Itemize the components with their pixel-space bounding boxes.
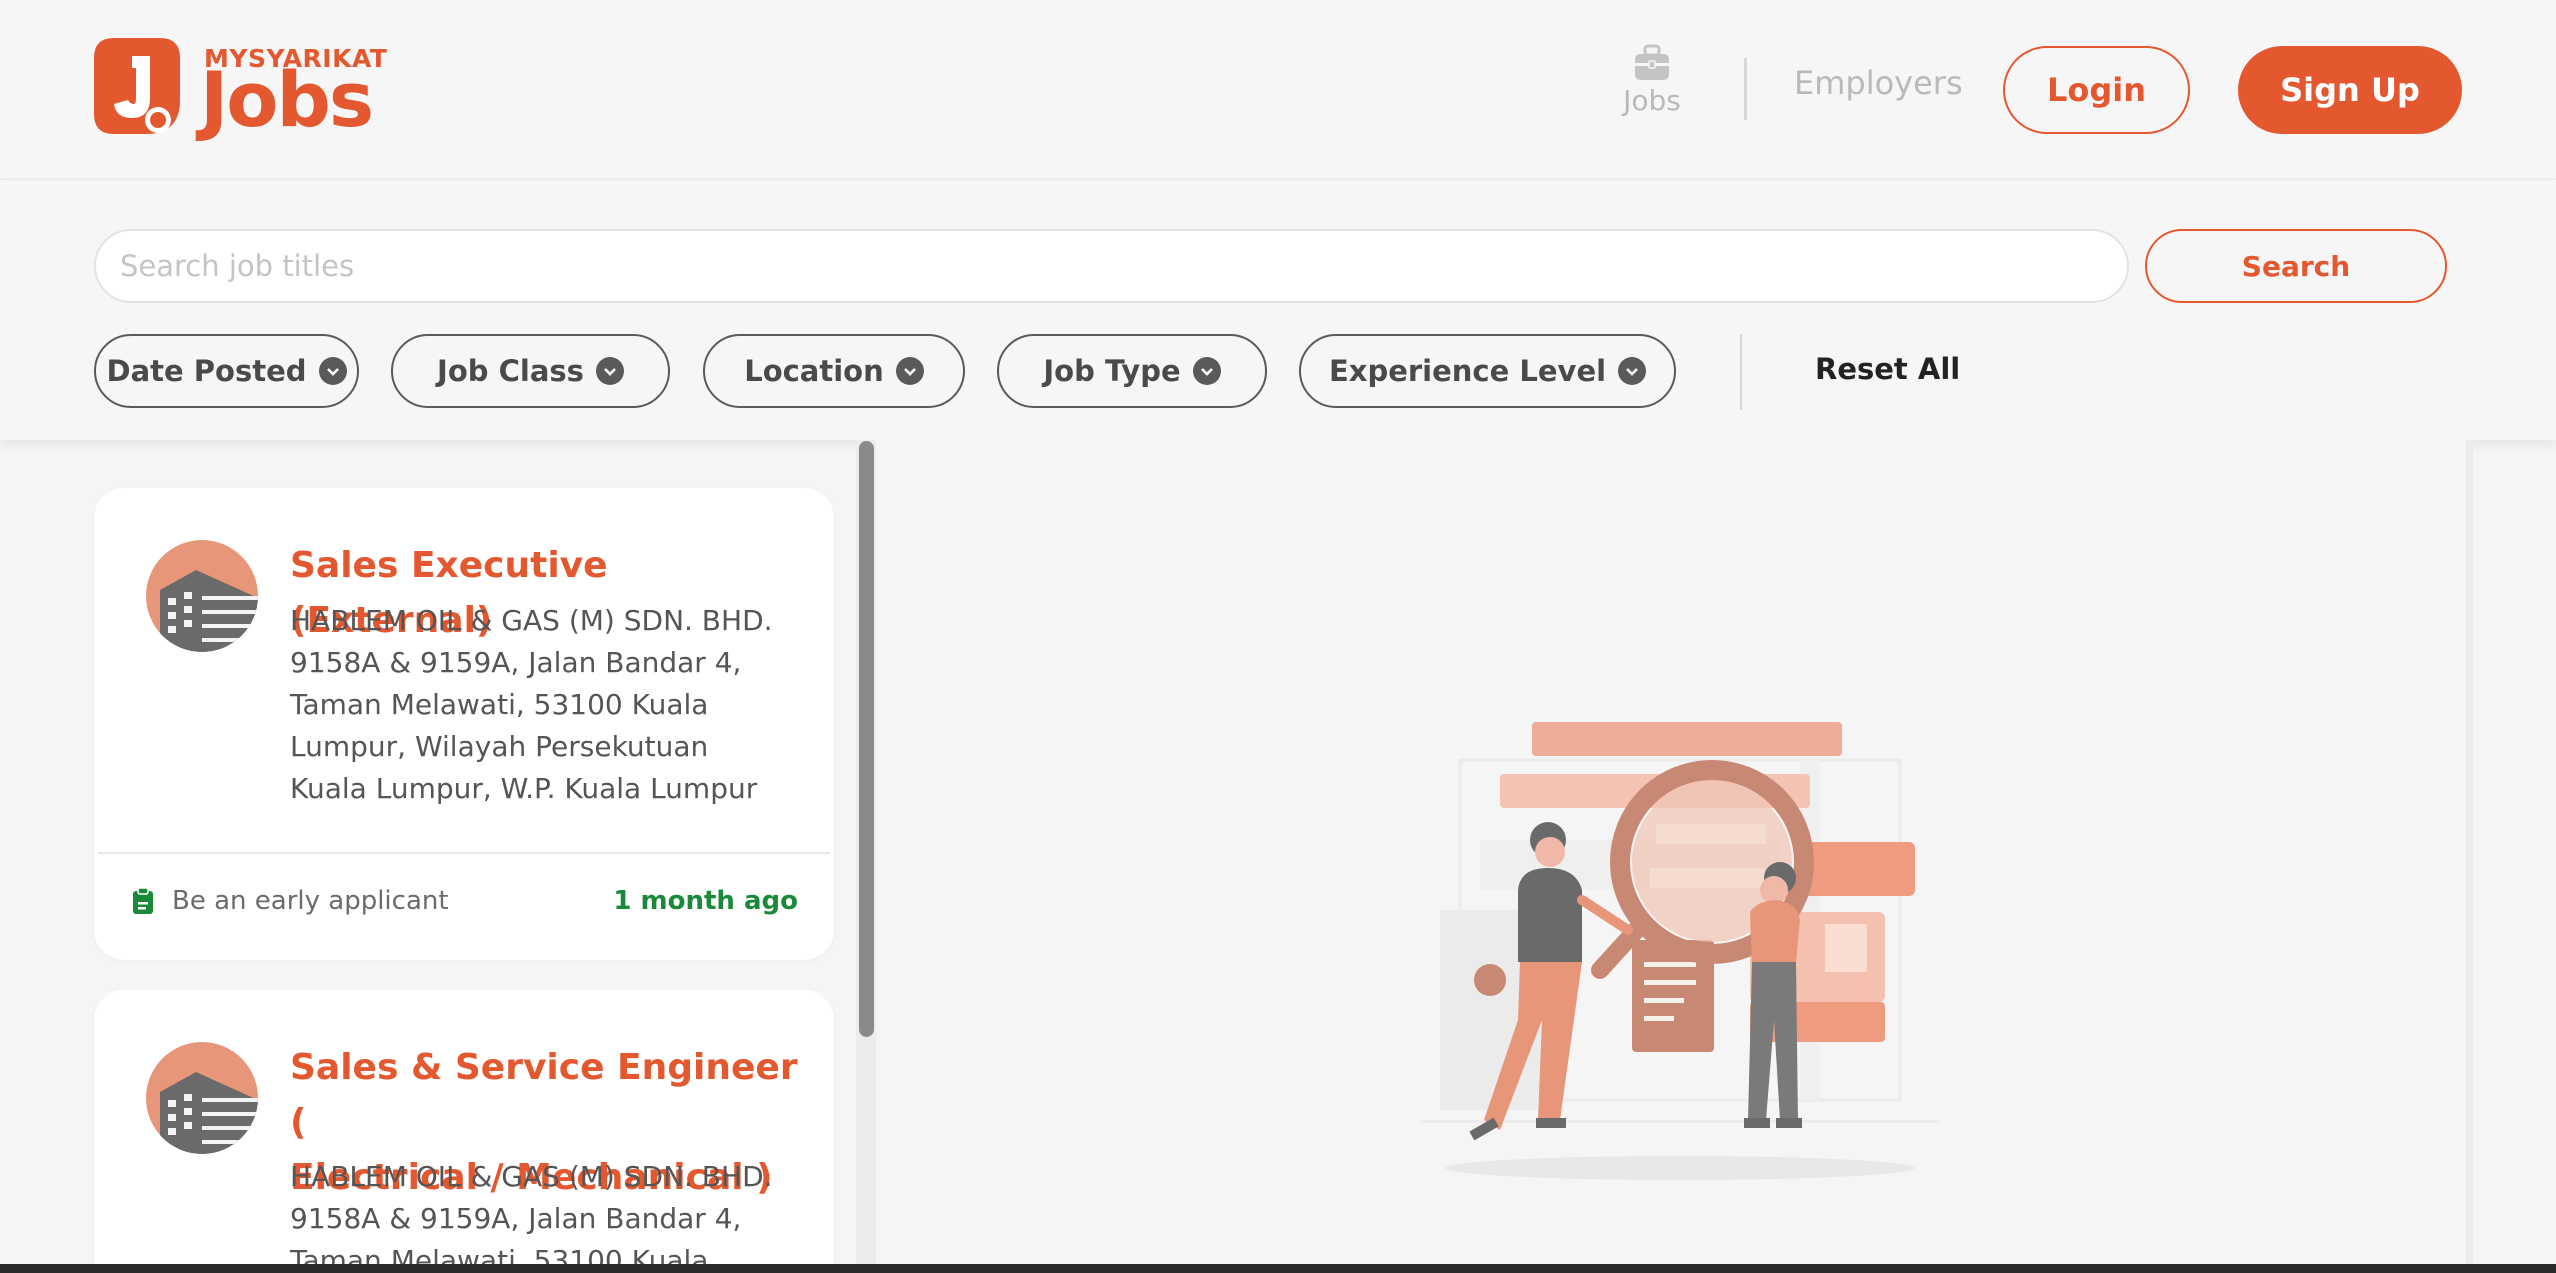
- filter-job-type[interactable]: Job Type: [997, 334, 1267, 408]
- address-line: HABLEM OIL & GAS (M) SDN. BHD.: [290, 604, 773, 637]
- filter-label: Job Class: [437, 354, 584, 388]
- site-logo[interactable]: MYSYARIKAT Jobs: [92, 36, 402, 146]
- building-icon: [146, 540, 258, 652]
- chevron-down-icon: [1618, 357, 1647, 385]
- filter-label: Location: [744, 354, 884, 388]
- building-icon: [146, 1042, 258, 1154]
- search-button[interactable]: Search: [2145, 229, 2447, 303]
- early-applicant-note: Be an early applicant: [132, 886, 449, 916]
- filter-label: Date Posted: [106, 354, 307, 388]
- filter-divider: [1740, 334, 1742, 410]
- chevron-down-icon: [595, 357, 624, 385]
- nav-employers-link[interactable]: Employers: [1794, 64, 1963, 102]
- job-title-line: Sales & Service Engineer (: [290, 1047, 798, 1143]
- posted-time: 1 month ago: [613, 886, 798, 916]
- filter-label: Experience Level: [1328, 354, 1607, 388]
- chevron-down-icon: [895, 357, 924, 385]
- chevron-down-icon: [318, 357, 347, 385]
- card-divider: [98, 852, 830, 854]
- scrollbar-thumb[interactable]: [859, 441, 874, 1037]
- briefcase-icon: [1635, 44, 1669, 80]
- address-line: HABLEM OIL & GAS (M) SDN. BHD.: [290, 1160, 773, 1193]
- panel-edge: [2466, 440, 2473, 1273]
- filter-experience-level[interactable]: Experience Level: [1299, 334, 1676, 408]
- window-bottom-edge: [0, 1264, 2556, 1273]
- job-card[interactable]: Sales Executive (External) HABLEM OIL & …: [94, 488, 834, 960]
- clipboard-icon: [133, 887, 153, 914]
- filter-job-class[interactable]: Job Class: [391, 334, 670, 408]
- filter-label: Job Type: [1043, 354, 1181, 388]
- job-list: Sales Executive (External) HABLEM OIL & …: [0, 440, 880, 1273]
- filter-date-posted[interactable]: Date Posted: [94, 334, 359, 408]
- logo-big-text: Jobs: [200, 55, 374, 144]
- top-header: MYSYARIKAT Jobs Jobs Employers Login Sig…: [0, 0, 2556, 180]
- applicant-note-text: Be an early applicant: [172, 886, 449, 916]
- address-line: Lumpur, Wilayah Persekutuan: [290, 730, 709, 763]
- search-input[interactable]: [94, 229, 2129, 303]
- nav-jobs-link[interactable]: Jobs: [1600, 44, 1704, 134]
- logo-badge-icon: [94, 38, 180, 134]
- search-panel: Search Date Posted Job Class Location Jo…: [0, 182, 2556, 440]
- job-company-address: HABLEM OIL & GAS (M) SDN. BHD. 9158A & 9…: [290, 600, 810, 810]
- address-line: Taman Melawati, 53100 Kuala: [290, 688, 709, 721]
- nav-divider: [1744, 58, 1747, 120]
- reset-all-button[interactable]: Reset All: [1815, 352, 1960, 386]
- login-button[interactable]: Login: [2003, 46, 2190, 134]
- job-card[interactable]: Sales & Service Engineer ( Electrical / …: [94, 990, 834, 1273]
- filter-location[interactable]: Location: [703, 334, 965, 408]
- job-company-address: HABLEM OIL & GAS (M) SDN. BHD. 9158A & 9…: [290, 1156, 810, 1273]
- address-line: 9158A & 9159A, Jalan Bandar 4,: [290, 646, 742, 679]
- search-illustration: [1420, 722, 1940, 1180]
- nav-jobs-label: Jobs: [1623, 84, 1681, 117]
- address-line: 9158A & 9159A, Jalan Bandar 4,: [290, 1202, 742, 1235]
- signup-button[interactable]: Sign Up: [2238, 46, 2462, 134]
- chevron-down-icon: [1192, 357, 1221, 385]
- address-line: Kuala Lumpur, W.P. Kuala Lumpur: [290, 772, 758, 805]
